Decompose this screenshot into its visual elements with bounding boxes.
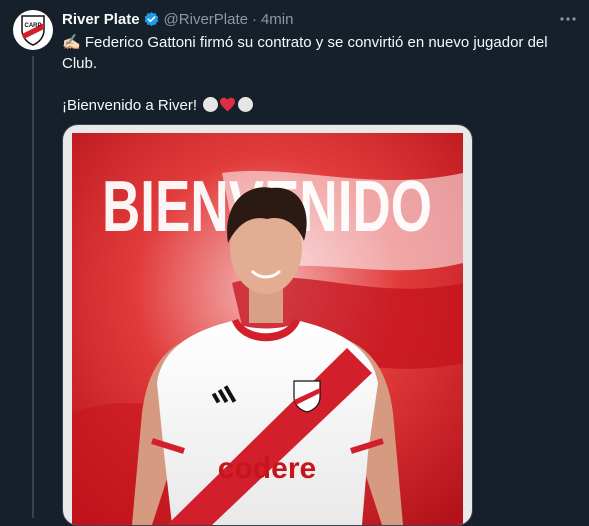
tweet-header: River Plate @RiverPlate · 4min bbox=[62, 9, 293, 29]
separator-dot: · bbox=[251, 10, 257, 28]
verified-badge-icon bbox=[143, 11, 160, 28]
tweet-text-line-2: ¡Bienvenido a River! bbox=[62, 95, 577, 118]
svg-text:CARP: CARP bbox=[24, 23, 41, 29]
welcome-text: ¡Bienvenido a River! bbox=[62, 97, 198, 114]
tweet-media-image[interactable]: BIENVENIDO bbox=[62, 124, 473, 526]
red-heart-icon bbox=[219, 97, 236, 118]
more-options-icon[interactable] bbox=[559, 10, 577, 28]
white-circle-icon bbox=[203, 97, 219, 112]
tweet-text: ✍🏻 Federico Gattoni firmó su contrato y … bbox=[62, 32, 577, 118]
welcome-graphic: BIENVENIDO bbox=[72, 133, 463, 525]
sponsor-text: codere bbox=[218, 452, 316, 485]
author-name[interactable]: River Plate bbox=[62, 11, 140, 28]
thread-line bbox=[32, 56, 34, 518]
white-circle-icon bbox=[238, 97, 254, 112]
river-plate-crest-icon: CARP bbox=[21, 15, 45, 46]
author-handle[interactable]: @RiverPlate bbox=[164, 11, 248, 28]
tweet-text-line-1: ✍🏻 Federico Gattoni firmó su contrato y … bbox=[62, 34, 548, 72]
tweet-timestamp[interactable]: 4min bbox=[261, 11, 294, 28]
avatar[interactable]: CARP bbox=[13, 10, 53, 50]
